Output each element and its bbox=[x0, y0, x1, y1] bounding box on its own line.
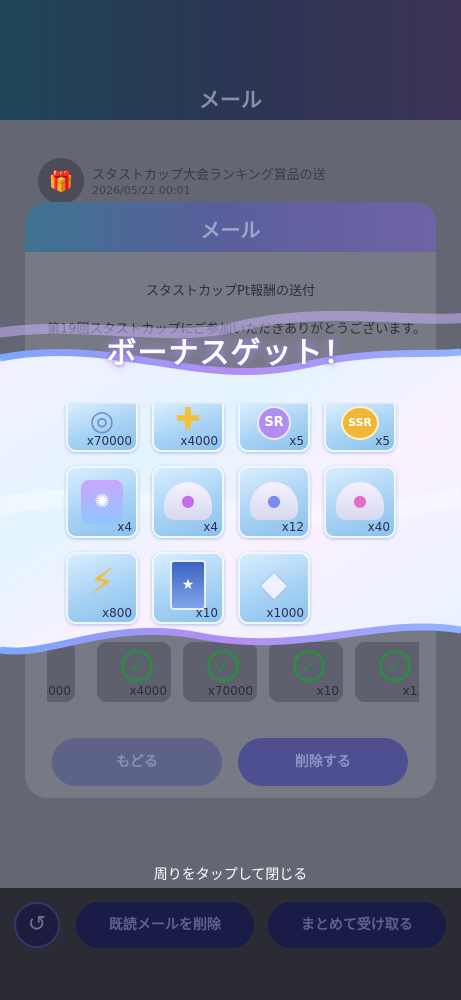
reward-tile: SSR x5 bbox=[324, 404, 396, 452]
modal-header: メール bbox=[25, 202, 436, 252]
back-button[interactable]: ↺ bbox=[14, 902, 60, 948]
mail-date: 2026/05/22 00:01 bbox=[92, 184, 191, 197]
screen-title: メール bbox=[199, 88, 262, 112]
tap-to-close-hint: 周りをタップして閉じる bbox=[153, 867, 308, 883]
bonus-banner[interactable]: ボーナスゲット！ ◎ x70000 ✚ x4000 SR x5 SSR x5 ✺… bbox=[0, 296, 461, 676]
delete-read-mail-button[interactable]: 既読メールを削除 bbox=[76, 902, 254, 948]
pearl-clam-icon: ● bbox=[240, 482, 308, 520]
reward-tile: SR x5 bbox=[238, 404, 310, 452]
mail-subject: スタストカップ大会ランキング賞品の送 bbox=[92, 168, 326, 183]
modal-delete-button[interactable]: 削除する bbox=[238, 738, 408, 786]
shell-icon: ◎ bbox=[89, 404, 115, 437]
mail-list-item[interactable]: 🎁 スタストカップ大会ランキング賞品の送 2026/05/22 00:01 bbox=[30, 150, 430, 210]
modal-back-button[interactable]: もどる bbox=[52, 738, 222, 786]
receive-all-button[interactable]: まとめて受け取る bbox=[268, 902, 446, 948]
reward-tile: ✺ x4 bbox=[66, 466, 138, 538]
reward-tile: ● x4 bbox=[152, 466, 224, 538]
gift-icon: 🎁 bbox=[38, 158, 84, 204]
ticket-card-icon: ★ bbox=[154, 560, 222, 610]
reward-tile: ✚ x4000 bbox=[152, 404, 224, 452]
reward-tile: ● x40 bbox=[324, 466, 396, 538]
diamond-icon: ◆ bbox=[260, 564, 288, 604]
lightning-icon: ⚡ bbox=[89, 562, 115, 603]
pearl-clam-icon: ● bbox=[154, 482, 222, 520]
reward-tile: ⚡ x800 bbox=[66, 552, 138, 624]
reward-tile: ◆ x1000 bbox=[238, 552, 310, 624]
top-bar: メール bbox=[0, 0, 461, 120]
reward-tile: ● x12 bbox=[238, 466, 310, 538]
puzzle-piece-icon: ✚ bbox=[175, 404, 201, 437]
pearl-clam-plus-icon: ● bbox=[326, 482, 394, 520]
reward-tile: ◎ x70000 bbox=[66, 404, 138, 452]
reward-tile: ★ x10 bbox=[152, 552, 224, 624]
modal-title: メール bbox=[200, 218, 261, 242]
bonus-title: ボーナスゲット！ bbox=[106, 336, 355, 371]
back-arrow-icon: ↺ bbox=[27, 912, 47, 937]
gem-pouch-icon: ✺ bbox=[68, 480, 136, 524]
